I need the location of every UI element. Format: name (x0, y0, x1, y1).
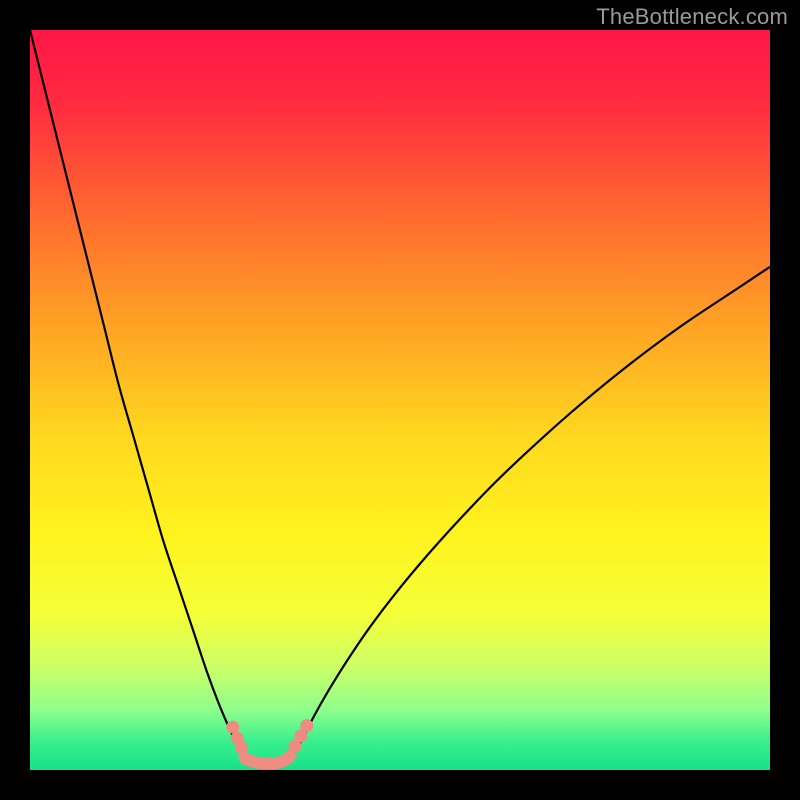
watermark-label: TheBottleneck.com (596, 4, 788, 30)
marker-right-dot-3 (300, 719, 313, 732)
marker-left-dot-1 (226, 721, 239, 734)
chart-frame: TheBottleneck.com (0, 0, 800, 800)
marker-left-dot-3 (235, 741, 248, 754)
bottleneck-chart (0, 0, 800, 800)
plot-background (30, 30, 770, 770)
